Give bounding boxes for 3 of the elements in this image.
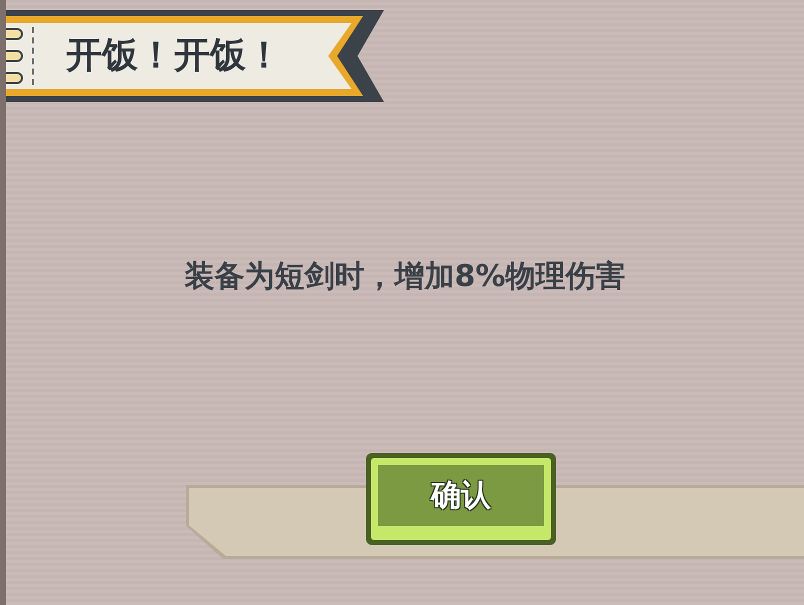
confirm-button[interactable]: 确认 — [366, 453, 556, 545]
message-text: 装备为短剑时，增加8%物理伤害 — [184, 258, 626, 296]
banner-title: 开饭！开饭！ — [66, 34, 282, 78]
